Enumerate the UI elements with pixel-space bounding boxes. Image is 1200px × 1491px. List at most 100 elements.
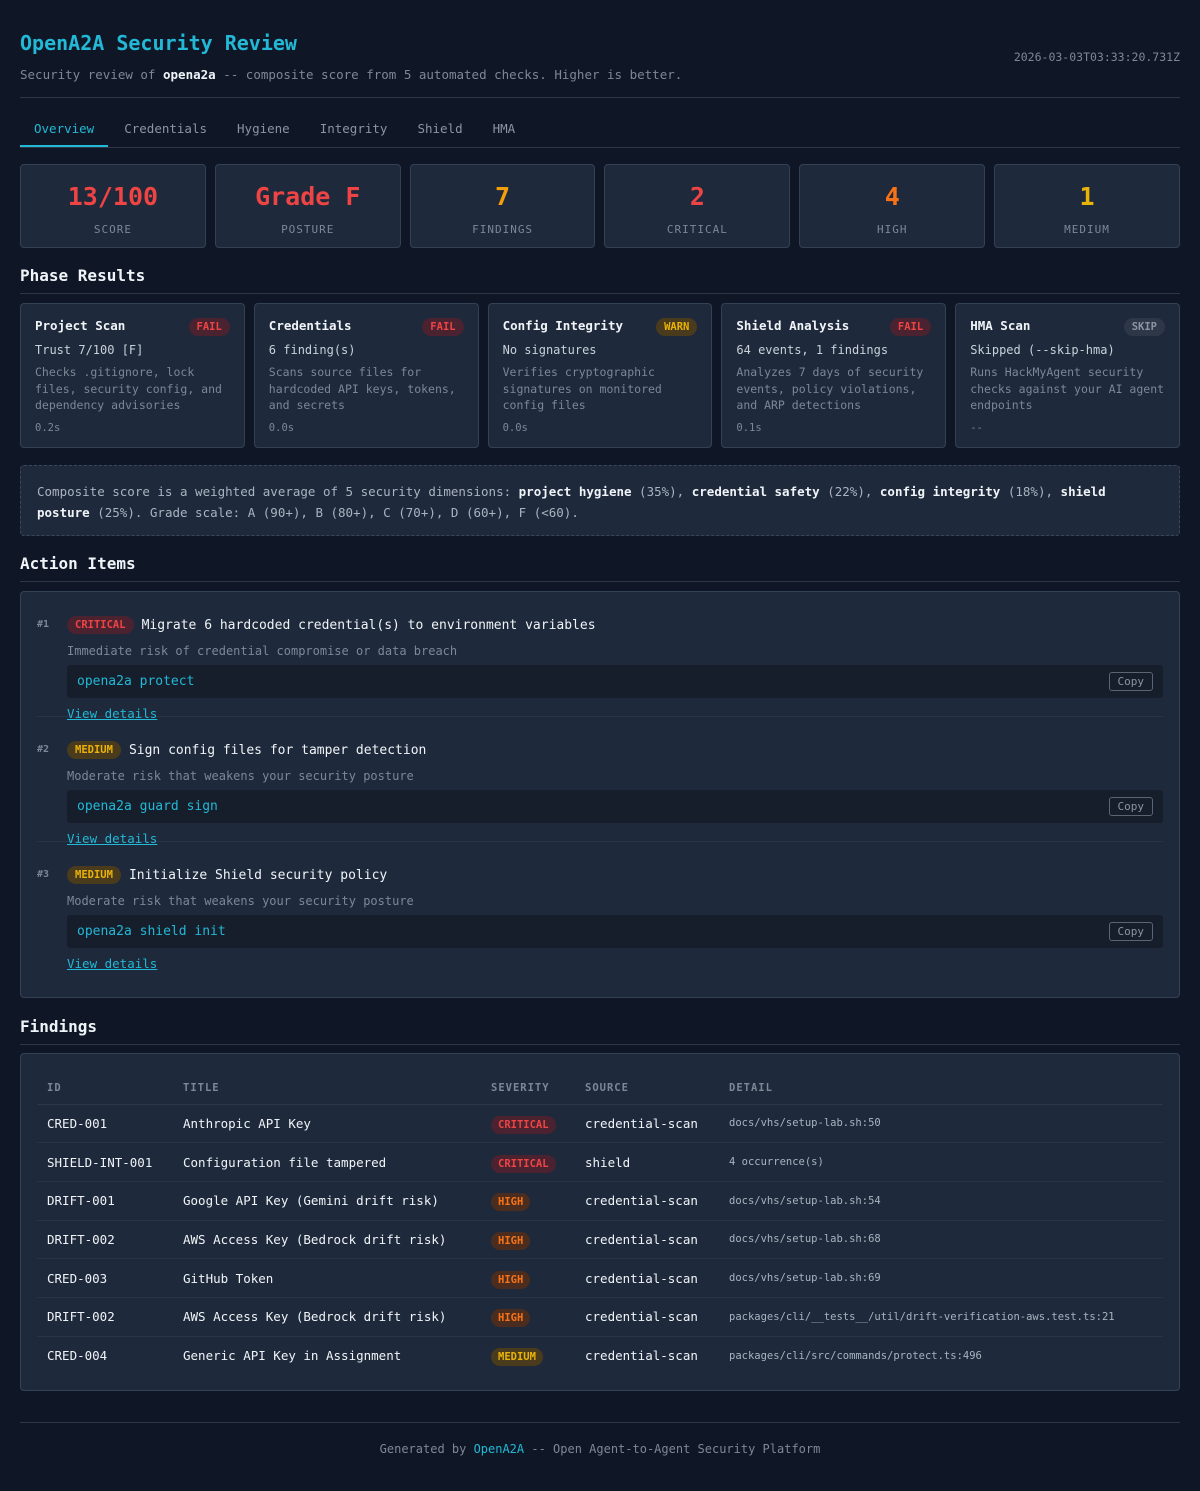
finding-detail: packages/cli/src/commands/protect.ts:496	[729, 1349, 982, 1362]
info-weight: (22%),	[819, 484, 880, 499]
phase-description: Verifies cryptographic signatures on mon…	[502, 365, 662, 412]
column-header-source: SOURCE	[575, 1072, 719, 1105]
finding-detail: 4 occurrence(s)	[719, 1142, 1163, 1182]
finding-id: CRED-004	[47, 1348, 108, 1364]
finding-id: DRIFT-002	[37, 1297, 173, 1337]
stat-card-findings: 7 FINDINGS	[409, 164, 596, 248]
phase-duration: --	[970, 422, 983, 434]
stat-card-high: 4 HIGH	[799, 164, 986, 248]
finding-detail: packages/cli/__tests__/util/drift-verifi…	[719, 1297, 1163, 1337]
stat-value: Grade F	[255, 182, 361, 211]
phase-duration: 0.2s	[35, 422, 61, 434]
report-page: OpenA2A Security Review Security review …	[20, 0, 1180, 1456]
stat-card-critical: 2 CRITICAL	[604, 164, 791, 248]
info-text: Composite score is a weighted average of…	[37, 484, 519, 499]
severity-badge: MEDIUM	[491, 1348, 543, 1367]
finding-detail: docs/vhs/setup-lab.sh:69	[719, 1258, 1163, 1298]
finding-source: credential-scan	[575, 1181, 719, 1221]
severity-badge: CRITICAL	[67, 616, 134, 634]
tab-shield[interactable]: Shield	[403, 112, 476, 147]
phase-duration: 0.0s	[502, 422, 528, 434]
severity-badge: MEDIUM	[67, 741, 121, 759]
finding-title: Generic API Key in Assignment	[183, 1348, 402, 1364]
info-dimension: config integrity	[879, 484, 1001, 499]
phase-status: 6 finding(s)	[268, 343, 356, 357]
copy-button[interactable]: Copy	[1108, 922, 1153, 941]
info-weight: (35%),	[631, 484, 692, 499]
finding-title: GitHub Token	[173, 1258, 481, 1298]
severity-badge: HIGH	[491, 1193, 531, 1212]
command-text: opena2a guard sign	[77, 799, 218, 814]
action-item: #1 CRITICAL Migrate 6 hardcoded credenti…	[37, 592, 1163, 721]
table-row: CRED-001 Anthropic API Key CRITICAL cred…	[37, 1104, 1163, 1144]
info-dimension: credential safety	[691, 484, 820, 499]
report-timestamp: 2026-03-03T03:33:20.731Z	[1013, 50, 1180, 64]
table-header-row: ID TITLE SEVERITY SOURCE DETAIL	[37, 1072, 1163, 1105]
tab-integrity[interactable]: Integrity	[306, 112, 402, 147]
severity-badge: CRITICAL	[491, 1154, 556, 1173]
tab-credentials[interactable]: Credentials	[110, 112, 221, 147]
table-row: DRIFT-001 Google API Key (Gemini drift r…	[37, 1181, 1163, 1221]
finding-id: CRED-001	[37, 1104, 173, 1144]
footer-brand-link[interactable]: OpenA2A	[474, 1442, 525, 1456]
finding-title: Google API Key (Gemini drift risk)	[173, 1181, 481, 1221]
info-weight: (25%). Grade scale: A (90+), B (80+), C …	[89, 505, 579, 520]
stat-label: POSTURE	[281, 223, 335, 236]
stat-card-score: 13/100 SCORE	[20, 164, 206, 248]
tab-overview[interactable]: Overview	[20, 112, 109, 147]
footer-text: -- Open Agent-to-Agent Security Platform	[524, 1442, 821, 1456]
phase-duration: 0.0s	[268, 422, 295, 434]
command-text: opena2a protect	[77, 674, 195, 689]
phase-description: Checks .gitignore, lock files, security …	[35, 365, 222, 412]
finding-source: credential-scan	[575, 1258, 719, 1298]
phase-status: Skipped (--skip-hma)	[970, 343, 1115, 357]
tab-hma[interactable]: HMA	[479, 112, 530, 147]
command-block: opena2a protect Copy	[67, 665, 1163, 698]
phase-status: No signatures	[502, 343, 597, 357]
copy-button[interactable]: Copy	[1108, 672, 1153, 691]
report-header: OpenA2A Security Review Security review …	[20, 0, 1180, 98]
action-header: MEDIUM Sign config files for tamper dete…	[67, 741, 426, 759]
action-title: Migrate 6 hardcoded credential(s) to env…	[141, 617, 596, 633]
column-header-detail: DETAIL	[719, 1072, 1163, 1105]
action-number: #2	[37, 744, 50, 755]
footer-text: Generated by	[379, 1442, 474, 1456]
column-header-severity: SEVERITY	[481, 1072, 575, 1105]
findings-panel: ID TITLE SEVERITY SOURCE DETAIL CRED-001…	[20, 1053, 1180, 1391]
phase-duration: 0.1s	[736, 422, 762, 434]
phase-description: Scans source files for hardcoded API key…	[268, 365, 456, 412]
action-subtitle: Moderate risk that weakens your security…	[67, 769, 414, 783]
finding-id: DRIFT-002	[37, 1220, 173, 1260]
finding-source: credential-scan	[585, 1348, 698, 1364]
view-details-link[interactable]: View details	[67, 956, 157, 971]
table-row: CRED-004 Generic API Key in Assignment M…	[37, 1336, 1163, 1375]
action-subtitle: Immediate risk of credential compromise …	[67, 644, 458, 658]
finding-title: AWS Access Key (Bedrock drift risk)	[173, 1297, 481, 1337]
finding-severity: CRITICAL	[481, 1104, 575, 1144]
finding-id: SHIELD-INT-001	[37, 1142, 173, 1182]
phase-card-hma-scan: HMA Scan SKIP Skipped (--skip-hma) Runs …	[955, 303, 1180, 448]
stat-label: CRITICAL	[666, 223, 728, 236]
phase-results-heading: Phase Results	[20, 266, 1180, 294]
finding-id: CRED-003	[37, 1258, 173, 1298]
phase-cards: Project Scan FAIL Trust 7/100 [F] Checks…	[20, 303, 1180, 448]
tab-hygiene[interactable]: Hygiene	[223, 112, 304, 147]
stat-value: 4	[884, 182, 900, 211]
finding-title: Configuration file tampered	[173, 1142, 481, 1182]
stat-value: 1	[1079, 182, 1095, 211]
status-badge: FAIL	[422, 318, 464, 336]
stat-card-medium: 1 MEDIUM	[994, 164, 1180, 248]
action-items-heading: Action Items	[20, 554, 1180, 582]
action-header: CRITICAL Migrate 6 hardcoded credential(…	[67, 616, 596, 634]
info-dimension: project hygiene	[518, 484, 632, 499]
tab-bar: Overview Credentials Hygiene Integrity S…	[20, 112, 1180, 148]
findings-heading: Findings	[20, 1017, 1180, 1045]
finding-id: DRIFT-001	[37, 1181, 173, 1221]
copy-button[interactable]: Copy	[1108, 797, 1153, 816]
action-title: Initialize Shield security policy	[128, 867, 388, 883]
column-header-id: ID	[37, 1072, 173, 1105]
severity-badge: CRITICAL	[491, 1115, 556, 1134]
status-badge: WARN	[656, 318, 698, 336]
finding-severity: HIGH	[481, 1297, 575, 1337]
action-item: #3 MEDIUM Initialize Shield security pol…	[37, 842, 1163, 971]
